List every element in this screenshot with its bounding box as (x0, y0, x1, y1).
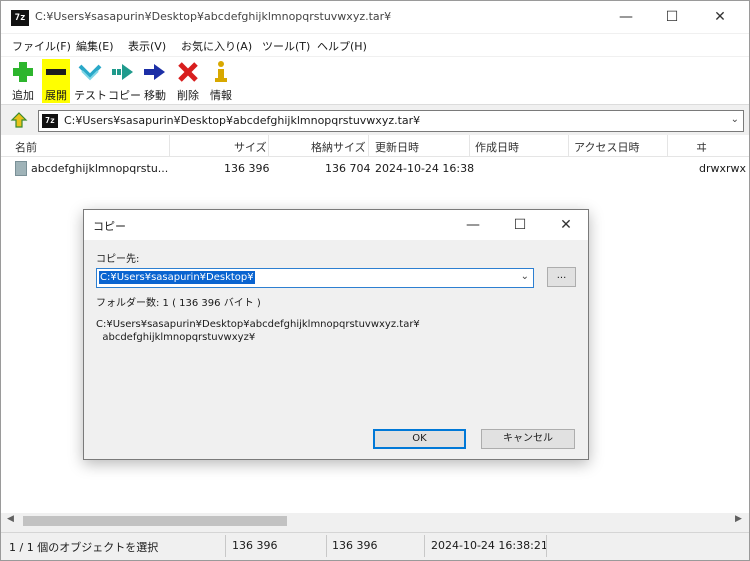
extract-label: 展開 (45, 89, 67, 102)
copy-button[interactable]: コピー (108, 59, 141, 103)
minimize-button[interactable]: — (603, 1, 649, 33)
column-divider[interactable] (469, 135, 470, 157)
menu-bar: ファイル(F) 編集(E) 表示(V) お気に入り(A) ツール(T) ヘルプ(… (1, 34, 749, 56)
source-path-line: abcdefghijklmnopqrstuvwxyz¥ (96, 332, 256, 343)
dialog-close-button[interactable]: ✕ (543, 210, 589, 240)
archive-icon: 7z (42, 114, 58, 128)
ok-button[interactable]: OK (373, 429, 466, 449)
scroll-right-icon[interactable]: ▶ (735, 514, 742, 524)
copy-icon (112, 64, 133, 80)
column-divider[interactable] (568, 135, 569, 157)
dialog-maximize-button[interactable]: ☐ (497, 210, 543, 240)
address-input[interactable]: 7z C:¥Users¥sasapurin¥Desktop¥abcdefghij… (38, 110, 744, 132)
destination-value: C:¥Users¥sasapurin¥Desktop¥ (99, 271, 255, 284)
dialog-title: コピー (93, 220, 126, 233)
destination-input[interactable]: C:¥Users¥sasapurin¥Desktop¥ ⌄ (96, 268, 534, 288)
column-header-modified[interactable]: 更新日時 (375, 139, 419, 155)
cell-size: 136 396 (224, 162, 270, 175)
column-header-packed-size[interactable]: 格納サイズ (311, 139, 366, 155)
menu-view[interactable]: 表示(V) (128, 38, 166, 54)
copy-label: コピー (108, 89, 141, 102)
column-header-accessed[interactable]: アクセス日時 (574, 139, 639, 155)
column-divider[interactable] (268, 135, 269, 157)
horizontal-scrollbar[interactable]: ◀ ▶ (1, 513, 749, 529)
file-icon (15, 161, 27, 176)
add-button[interactable]: 追加 (8, 59, 38, 103)
status-bar: 1 / 1 個のオブジェクトを選択 136 396 136 396 2024-1… (1, 532, 749, 560)
destination-label: コピー先: (96, 254, 140, 265)
add-label: 追加 (12, 89, 34, 102)
menu-edit[interactable]: 編集(E) (76, 38, 114, 54)
column-header-created[interactable]: 作成日時 (475, 139, 519, 155)
status-size: 136 396 (232, 539, 278, 552)
status-modified: 2024-10-24 16:38:21 (431, 539, 548, 552)
status-divider (424, 535, 425, 557)
info-icon (215, 61, 227, 82)
toolbar: 追加 展開 テスト コピー 移動 削除 情報 (1, 57, 749, 105)
scroll-thumb[interactable] (23, 516, 287, 526)
add-icon (13, 62, 33, 82)
menu-help[interactable]: ヘルプ(H) (317, 38, 367, 54)
copy-dialog: コピー — ☐ ✕ コピー先: C:¥Users¥sasapurin¥Deskt… (83, 209, 589, 460)
maximize-button[interactable]: ☐ (649, 1, 695, 33)
status-packed: 136 396 (332, 539, 378, 552)
folder-count-info: フォルダー数: 1 ( 136 396 バイト ) (96, 298, 261, 309)
extract-button[interactable]: 展開 (42, 59, 70, 103)
dialog-title-bar: コピー — ☐ ✕ (84, 210, 588, 240)
browse-button[interactable]: ... (547, 267, 576, 287)
move-label: 移動 (144, 89, 166, 102)
cell-name: abcdefghijklmnopqrstu... (31, 162, 169, 175)
cancel-button[interactable]: キャンセル (481, 429, 575, 449)
cell-packed-size: 136 704 (325, 162, 371, 175)
status-divider (546, 535, 547, 557)
folder-up-icon[interactable] (10, 112, 28, 130)
extract-icon (46, 69, 66, 75)
delete-icon (178, 62, 198, 82)
address-path: C:¥Users¥sasapurin¥Desktop¥abcdefghijklm… (64, 114, 421, 127)
test-label: テスト (74, 89, 107, 102)
column-header-attributes[interactable]: ヰ (696, 139, 707, 155)
scroll-left-icon[interactable]: ◀ (7, 514, 14, 524)
test-icon (78, 64, 102, 81)
menu-file[interactable]: ファイル(F) (12, 38, 71, 54)
status-divider (326, 535, 327, 557)
close-button[interactable]: ✕ (697, 1, 743, 33)
chevron-down-icon[interactable]: ⌄ (521, 271, 529, 282)
title-bar: 7z C:¥Users¥sasapurin¥Desktop¥abcdefghij… (1, 1, 749, 33)
window-title: C:¥Users¥sasapurin¥Desktop¥abcdefghijklm… (35, 10, 392, 23)
source-path-line: C:¥Users¥sasapurin¥Desktop¥abcdefghijklm… (96, 319, 420, 330)
address-bar: 7z C:¥Users¥sasapurin¥Desktop¥abcdefghij… (1, 108, 749, 134)
column-divider[interactable] (368, 135, 369, 157)
move-icon (144, 64, 165, 80)
delete-button[interactable]: 削除 (174, 59, 202, 103)
column-divider[interactable] (169, 135, 170, 157)
test-button[interactable]: テスト (74, 59, 107, 103)
info-label: 情報 (210, 89, 232, 102)
table-row[interactable]: abcdefghijklmnopqrstu... 136 396 136 704… (1, 159, 749, 179)
status-divider (225, 535, 226, 557)
menu-tools[interactable]: ツール(T) (262, 38, 310, 54)
status-selection: 1 / 1 個のオブジェクトを選択 (9, 541, 159, 554)
column-header-name[interactable]: 名前 (15, 139, 37, 155)
column-header-size[interactable]: サイズ (234, 139, 267, 155)
app-logo-icon: 7z (11, 10, 29, 26)
dialog-minimize-button[interactable]: — (450, 210, 496, 240)
column-divider[interactable] (667, 135, 668, 157)
delete-label: 削除 (177, 89, 199, 102)
cell-attributes: drwxrwx (699, 162, 747, 175)
info-button[interactable]: 情報 (206, 59, 236, 103)
move-button[interactable]: 移動 (141, 59, 169, 103)
list-header: 名前 サイズ 格納サイズ 更新日時 作成日時 アクセス日時 ヰ (1, 135, 749, 157)
source-path: C:¥Users¥sasapurin¥Desktop¥abcdefghijklm… (96, 318, 420, 344)
chevron-down-icon[interactable]: ⌄ (731, 114, 739, 125)
menu-favorites[interactable]: お気に入り(A) (181, 38, 252, 54)
cell-modified: 2024-10-24 16:38 (375, 162, 475, 175)
